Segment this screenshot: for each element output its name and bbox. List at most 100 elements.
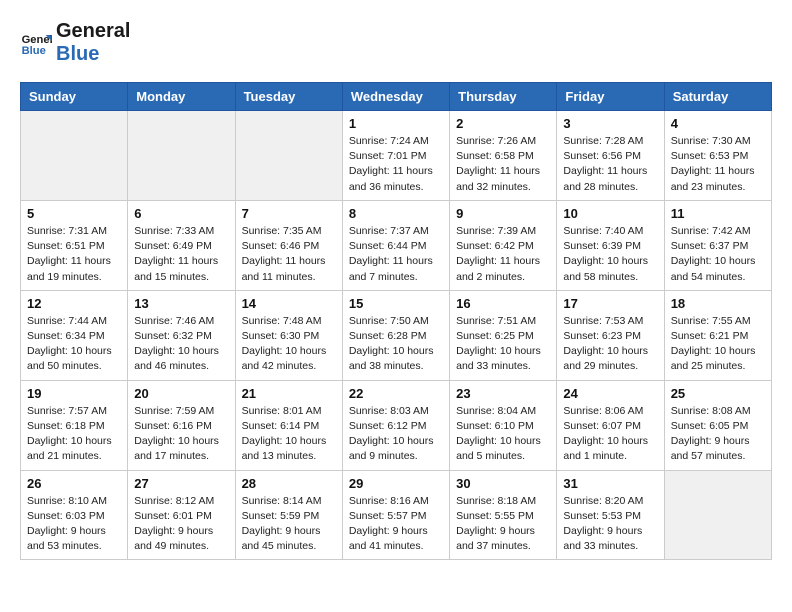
day-info: Sunrise: 8:14 AM Sunset: 5:59 PM Dayligh… bbox=[242, 494, 336, 555]
calendar-cell: 18Sunrise: 7:55 AM Sunset: 6:21 PM Dayli… bbox=[664, 290, 771, 380]
day-number: 6 bbox=[134, 206, 228, 221]
day-number: 2 bbox=[456, 116, 550, 131]
calendar-cell: 15 Sunrise: 7:50 AM Sunset: 6:28 PM Dayli… bbox=[342, 290, 449, 380]
day-number: 3 bbox=[563, 116, 657, 131]
calendar-week-row: 26Sunrise: 8:10 AM Sunset: 6:03 PM Dayli… bbox=[21, 470, 772, 560]
calendar-cell: 22 Sunrise: 8:03 AM Sunset: 6:12 PM Dayli… bbox=[342, 380, 449, 470]
calendar-cell: 13Sunrise: 7:46 AM Sunset: 6:32 PM Dayli… bbox=[128, 290, 235, 380]
calendar-cell: 30 Sunrise: 8:18 AM Sunset: 5:55 PM Dayli… bbox=[450, 470, 557, 560]
day-number: 10 bbox=[563, 206, 657, 221]
day-number: 23 bbox=[456, 386, 550, 401]
day-info: Sunrise: 7:39 AM Sunset: 6:42 PM Dayligh… bbox=[456, 224, 550, 285]
day-number: 20 bbox=[134, 386, 228, 401]
day-info: Sunrise: 8:06 AM Sunset: 6:07 PM Dayligh… bbox=[563, 404, 657, 465]
day-info: Sunrise: 8:20 AM Sunset: 5:53 PM Dayligh… bbox=[563, 494, 657, 555]
day-number: 1 bbox=[349, 116, 443, 131]
day-info: Sunrise: 7:26 AM Sunset: 6:58 PM Dayligh… bbox=[456, 134, 550, 195]
day-info: Sunrise: 7:37 AM Sunset: 6:44 PM Dayligh… bbox=[349, 224, 443, 285]
calendar-cell: 9 Sunrise: 7:39 AM Sunset: 6:42 PM Daylig… bbox=[450, 200, 557, 290]
calendar-cell: 4Sunrise: 7:30 AM Sunset: 6:53 PM Daylig… bbox=[664, 111, 771, 201]
calendar-cell: 31 Sunrise: 8:20 AM Sunset: 5:53 PM Dayli… bbox=[557, 470, 664, 560]
calendar-cell: 23 Sunrise: 8:04 AM Sunset: 6:10 PM Dayli… bbox=[450, 380, 557, 470]
calendar-cell bbox=[235, 111, 342, 201]
day-number: 24 bbox=[563, 386, 657, 401]
calendar-cell: 16 Sunrise: 7:51 AM Sunset: 6:25 PM Dayli… bbox=[450, 290, 557, 380]
calendar-cell: 19 Sunrise: 7:57 AM Sunset: 6:18 PM Dayli… bbox=[21, 380, 128, 470]
day-info: Sunrise: 7:31 AM Sunset: 6:51 PM Dayligh… bbox=[27, 224, 121, 285]
day-info: Sunrise: 7:28 AM Sunset: 6:56 PM Dayligh… bbox=[563, 134, 657, 195]
day-info: Sunrise: 8:08 AM Sunset: 6:05 PM Dayligh… bbox=[671, 404, 765, 465]
calendar-cell: 20 Sunrise: 7:59 AM Sunset: 6:16 PM Dayli… bbox=[128, 380, 235, 470]
calendar-cell bbox=[21, 111, 128, 201]
weekday-header-sunday: Sunday bbox=[21, 83, 128, 111]
calendar-week-row: 12 Sunrise: 7:44 AM Sunset: 6:34 PM Dayli… bbox=[21, 290, 772, 380]
day-info: Sunrise: 7:42 AM Sunset: 6:37 PM Dayligh… bbox=[671, 224, 765, 285]
calendar-cell: 24 Sunrise: 8:06 AM Sunset: 6:07 PM Dayli… bbox=[557, 380, 664, 470]
calendar-cell: 17 Sunrise: 7:53 AM Sunset: 6:23 PM Dayli… bbox=[557, 290, 664, 380]
logo-text-blue: Blue bbox=[56, 43, 130, 66]
day-number: 19 bbox=[27, 386, 121, 401]
day-info: Sunrise: 7:55 AM Sunset: 6:21 PM Dayligh… bbox=[671, 314, 765, 375]
day-info: Sunrise: 8:18 AM Sunset: 5:55 PM Dayligh… bbox=[456, 494, 550, 555]
day-info: Sunrise: 7:24 AM Sunset: 7:01 PM Dayligh… bbox=[349, 134, 443, 195]
day-number: 7 bbox=[242, 206, 336, 221]
day-number: 9 bbox=[456, 206, 550, 221]
day-info: Sunrise: 8:03 AM Sunset: 6:12 PM Dayligh… bbox=[349, 404, 443, 465]
day-number: 28 bbox=[242, 476, 336, 491]
logo-icon: General Blue bbox=[20, 27, 52, 59]
calendar-cell bbox=[664, 470, 771, 560]
day-info: Sunrise: 7:46 AM Sunset: 6:32 PM Dayligh… bbox=[134, 314, 228, 375]
day-info: Sunrise: 7:40 AM Sunset: 6:39 PM Dayligh… bbox=[563, 224, 657, 285]
page-header: General Blue General Blue bbox=[20, 20, 772, 66]
day-info: Sunrise: 7:53 AM Sunset: 6:23 PM Dayligh… bbox=[563, 314, 657, 375]
calendar-cell: 1 Sunrise: 7:24 AM Sunset: 7:01 PM Daylig… bbox=[342, 111, 449, 201]
day-number: 25 bbox=[671, 386, 765, 401]
calendar-cell: 12 Sunrise: 7:44 AM Sunset: 6:34 PM Dayli… bbox=[21, 290, 128, 380]
calendar-cell: 10 Sunrise: 7:40 AM Sunset: 6:39 PM Dayli… bbox=[557, 200, 664, 290]
day-number: 22 bbox=[349, 386, 443, 401]
day-number: 21 bbox=[242, 386, 336, 401]
calendar-cell bbox=[128, 111, 235, 201]
day-number: 11 bbox=[671, 206, 765, 221]
day-info: Sunrise: 8:04 AM Sunset: 6:10 PM Dayligh… bbox=[456, 404, 550, 465]
calendar-cell: 27 Sunrise: 8:12 AM Sunset: 6:01 PM Dayli… bbox=[128, 470, 235, 560]
day-info: Sunrise: 8:10 AM Sunset: 6:03 PM Dayligh… bbox=[27, 494, 121, 555]
day-number: 31 bbox=[563, 476, 657, 491]
day-info: Sunrise: 8:12 AM Sunset: 6:01 PM Dayligh… bbox=[134, 494, 228, 555]
day-number: 16 bbox=[456, 296, 550, 311]
calendar-header-row: SundayMondayTuesdayWednesdayThursdayFrid… bbox=[21, 83, 772, 111]
calendar-week-row: 5 Sunrise: 7:31 AM Sunset: 6:51 PM Daylig… bbox=[21, 200, 772, 290]
calendar-cell: 7Sunrise: 7:35 AM Sunset: 6:46 PM Daylig… bbox=[235, 200, 342, 290]
calendar-cell: 28 Sunrise: 8:14 AM Sunset: 5:59 PM Dayli… bbox=[235, 470, 342, 560]
day-info: Sunrise: 8:01 AM Sunset: 6:14 PM Dayligh… bbox=[242, 404, 336, 465]
calendar-cell: 8Sunrise: 7:37 AM Sunset: 6:44 PM Daylig… bbox=[342, 200, 449, 290]
calendar-cell: 25 Sunrise: 8:08 AM Sunset: 6:05 PM Dayli… bbox=[664, 380, 771, 470]
day-info: Sunrise: 7:48 AM Sunset: 6:30 PM Dayligh… bbox=[242, 314, 336, 375]
day-info: Sunrise: 7:50 AM Sunset: 6:28 PM Dayligh… bbox=[349, 314, 443, 375]
day-number: 15 bbox=[349, 296, 443, 311]
day-number: 5 bbox=[27, 206, 121, 221]
day-number: 27 bbox=[134, 476, 228, 491]
day-info: Sunrise: 7:59 AM Sunset: 6:16 PM Dayligh… bbox=[134, 404, 228, 465]
day-number: 14 bbox=[242, 296, 336, 311]
calendar-cell: 5 Sunrise: 7:31 AM Sunset: 6:51 PM Daylig… bbox=[21, 200, 128, 290]
day-info: Sunrise: 7:51 AM Sunset: 6:25 PM Dayligh… bbox=[456, 314, 550, 375]
weekday-header-wednesday: Wednesday bbox=[342, 83, 449, 111]
day-number: 12 bbox=[27, 296, 121, 311]
weekday-header-monday: Monday bbox=[128, 83, 235, 111]
logo-text-general: General bbox=[56, 20, 130, 43]
day-info: Sunrise: 7:30 AM Sunset: 6:53 PM Dayligh… bbox=[671, 134, 765, 195]
day-info: Sunrise: 7:57 AM Sunset: 6:18 PM Dayligh… bbox=[27, 404, 121, 465]
calendar-cell: 6Sunrise: 7:33 AM Sunset: 6:49 PM Daylig… bbox=[128, 200, 235, 290]
calendar-cell: 11 Sunrise: 7:42 AM Sunset: 6:37 PM Dayli… bbox=[664, 200, 771, 290]
day-info: Sunrise: 7:44 AM Sunset: 6:34 PM Dayligh… bbox=[27, 314, 121, 375]
weekday-header-friday: Friday bbox=[557, 83, 664, 111]
day-number: 29 bbox=[349, 476, 443, 491]
logo: General Blue General Blue bbox=[20, 20, 130, 66]
calendar-table: SundayMondayTuesdayWednesdayThursdayFrid… bbox=[20, 82, 772, 560]
calendar-cell: 21 Sunrise: 8:01 AM Sunset: 6:14 PM Dayli… bbox=[235, 380, 342, 470]
calendar-cell: 3 Sunrise: 7:28 AM Sunset: 6:56 PM Daylig… bbox=[557, 111, 664, 201]
day-number: 17 bbox=[563, 296, 657, 311]
day-info: Sunrise: 8:16 AM Sunset: 5:57 PM Dayligh… bbox=[349, 494, 443, 555]
day-number: 30 bbox=[456, 476, 550, 491]
